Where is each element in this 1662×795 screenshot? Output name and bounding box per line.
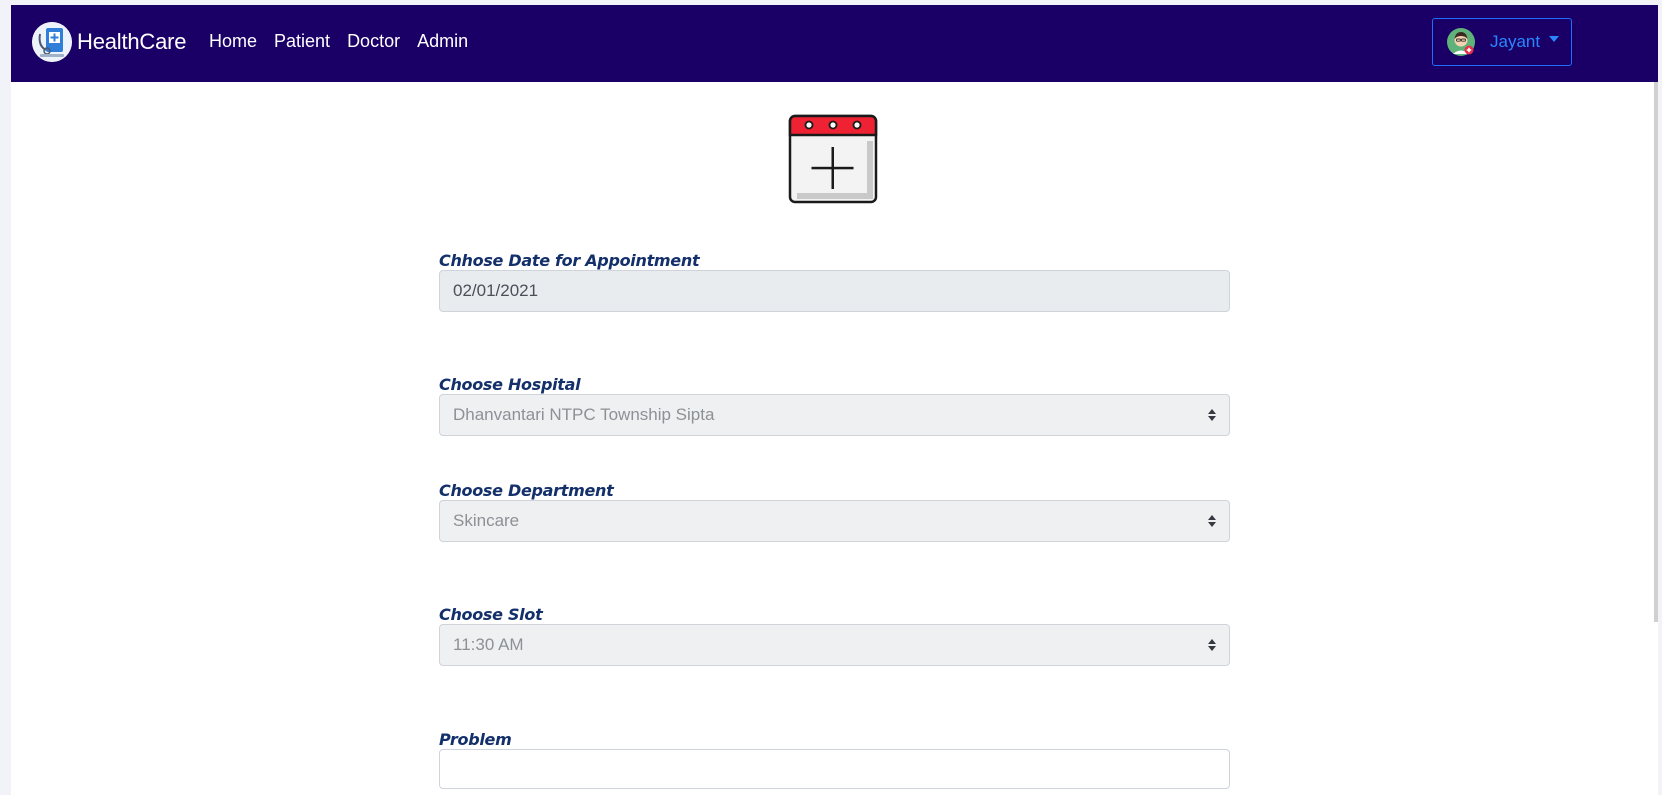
department-value: Skincare <box>453 511 520 530</box>
caret-down-icon <box>1549 36 1560 42</box>
user-menu-button[interactable]: Jayant <box>1432 18 1572 66</box>
brand[interactable]: HealthCare <box>32 20 186 64</box>
hospital-select[interactable]: Dhanvantari NTPC Township Sipta <box>439 394 1230 436</box>
department-select[interactable]: Skincare <box>439 500 1230 542</box>
nav-item-patient[interactable]: Patient <box>274 31 330 52</box>
brand-name: HealthCare <box>77 29 187 54</box>
select-arrows-icon <box>1208 639 1216 651</box>
hospital-label: Choose Hospital <box>439 375 581 394</box>
date-value: 02/01/2021 <box>453 281 539 300</box>
date-label: Chhose Date for Appointment <box>439 251 700 270</box>
slot-value: 11:30 AM <box>453 635 524 654</box>
nav-item-home[interactable]: Home <box>209 31 257 52</box>
date-input[interactable]: 02/01/2021 <box>439 270 1230 312</box>
nav-item-doctor[interactable]: Doctor <box>347 31 400 52</box>
nav-links: Home Patient Doctor Admin <box>209 31 485 52</box>
doctor-avatar-icon <box>1447 28 1475 56</box>
calendar-add-icon <box>787 113 879 210</box>
user-name: Jayant <box>1490 32 1541 51</box>
problem-label: Problem <box>439 730 512 749</box>
healthcare-logo-icon <box>32 22 72 62</box>
problem-input[interactable] <box>439 749 1230 789</box>
page: HealthCare Home Patient Doctor Admin Jay… <box>11 5 1658 795</box>
hospital-value: Dhanvantari NTPC Township Sipta <box>453 405 715 424</box>
department-label: Choose Department <box>439 481 614 500</box>
navbar: HealthCare Home Patient Doctor Admin Jay… <box>11 5 1658 82</box>
scrollbar[interactable] <box>1654 82 1658 622</box>
select-arrows-icon <box>1208 409 1216 421</box>
slot-select[interactable]: 11:30 AM <box>439 624 1230 666</box>
nav-item-admin[interactable]: Admin <box>417 31 468 52</box>
slot-label: Choose Slot <box>439 605 543 624</box>
select-arrows-icon <box>1208 515 1216 527</box>
